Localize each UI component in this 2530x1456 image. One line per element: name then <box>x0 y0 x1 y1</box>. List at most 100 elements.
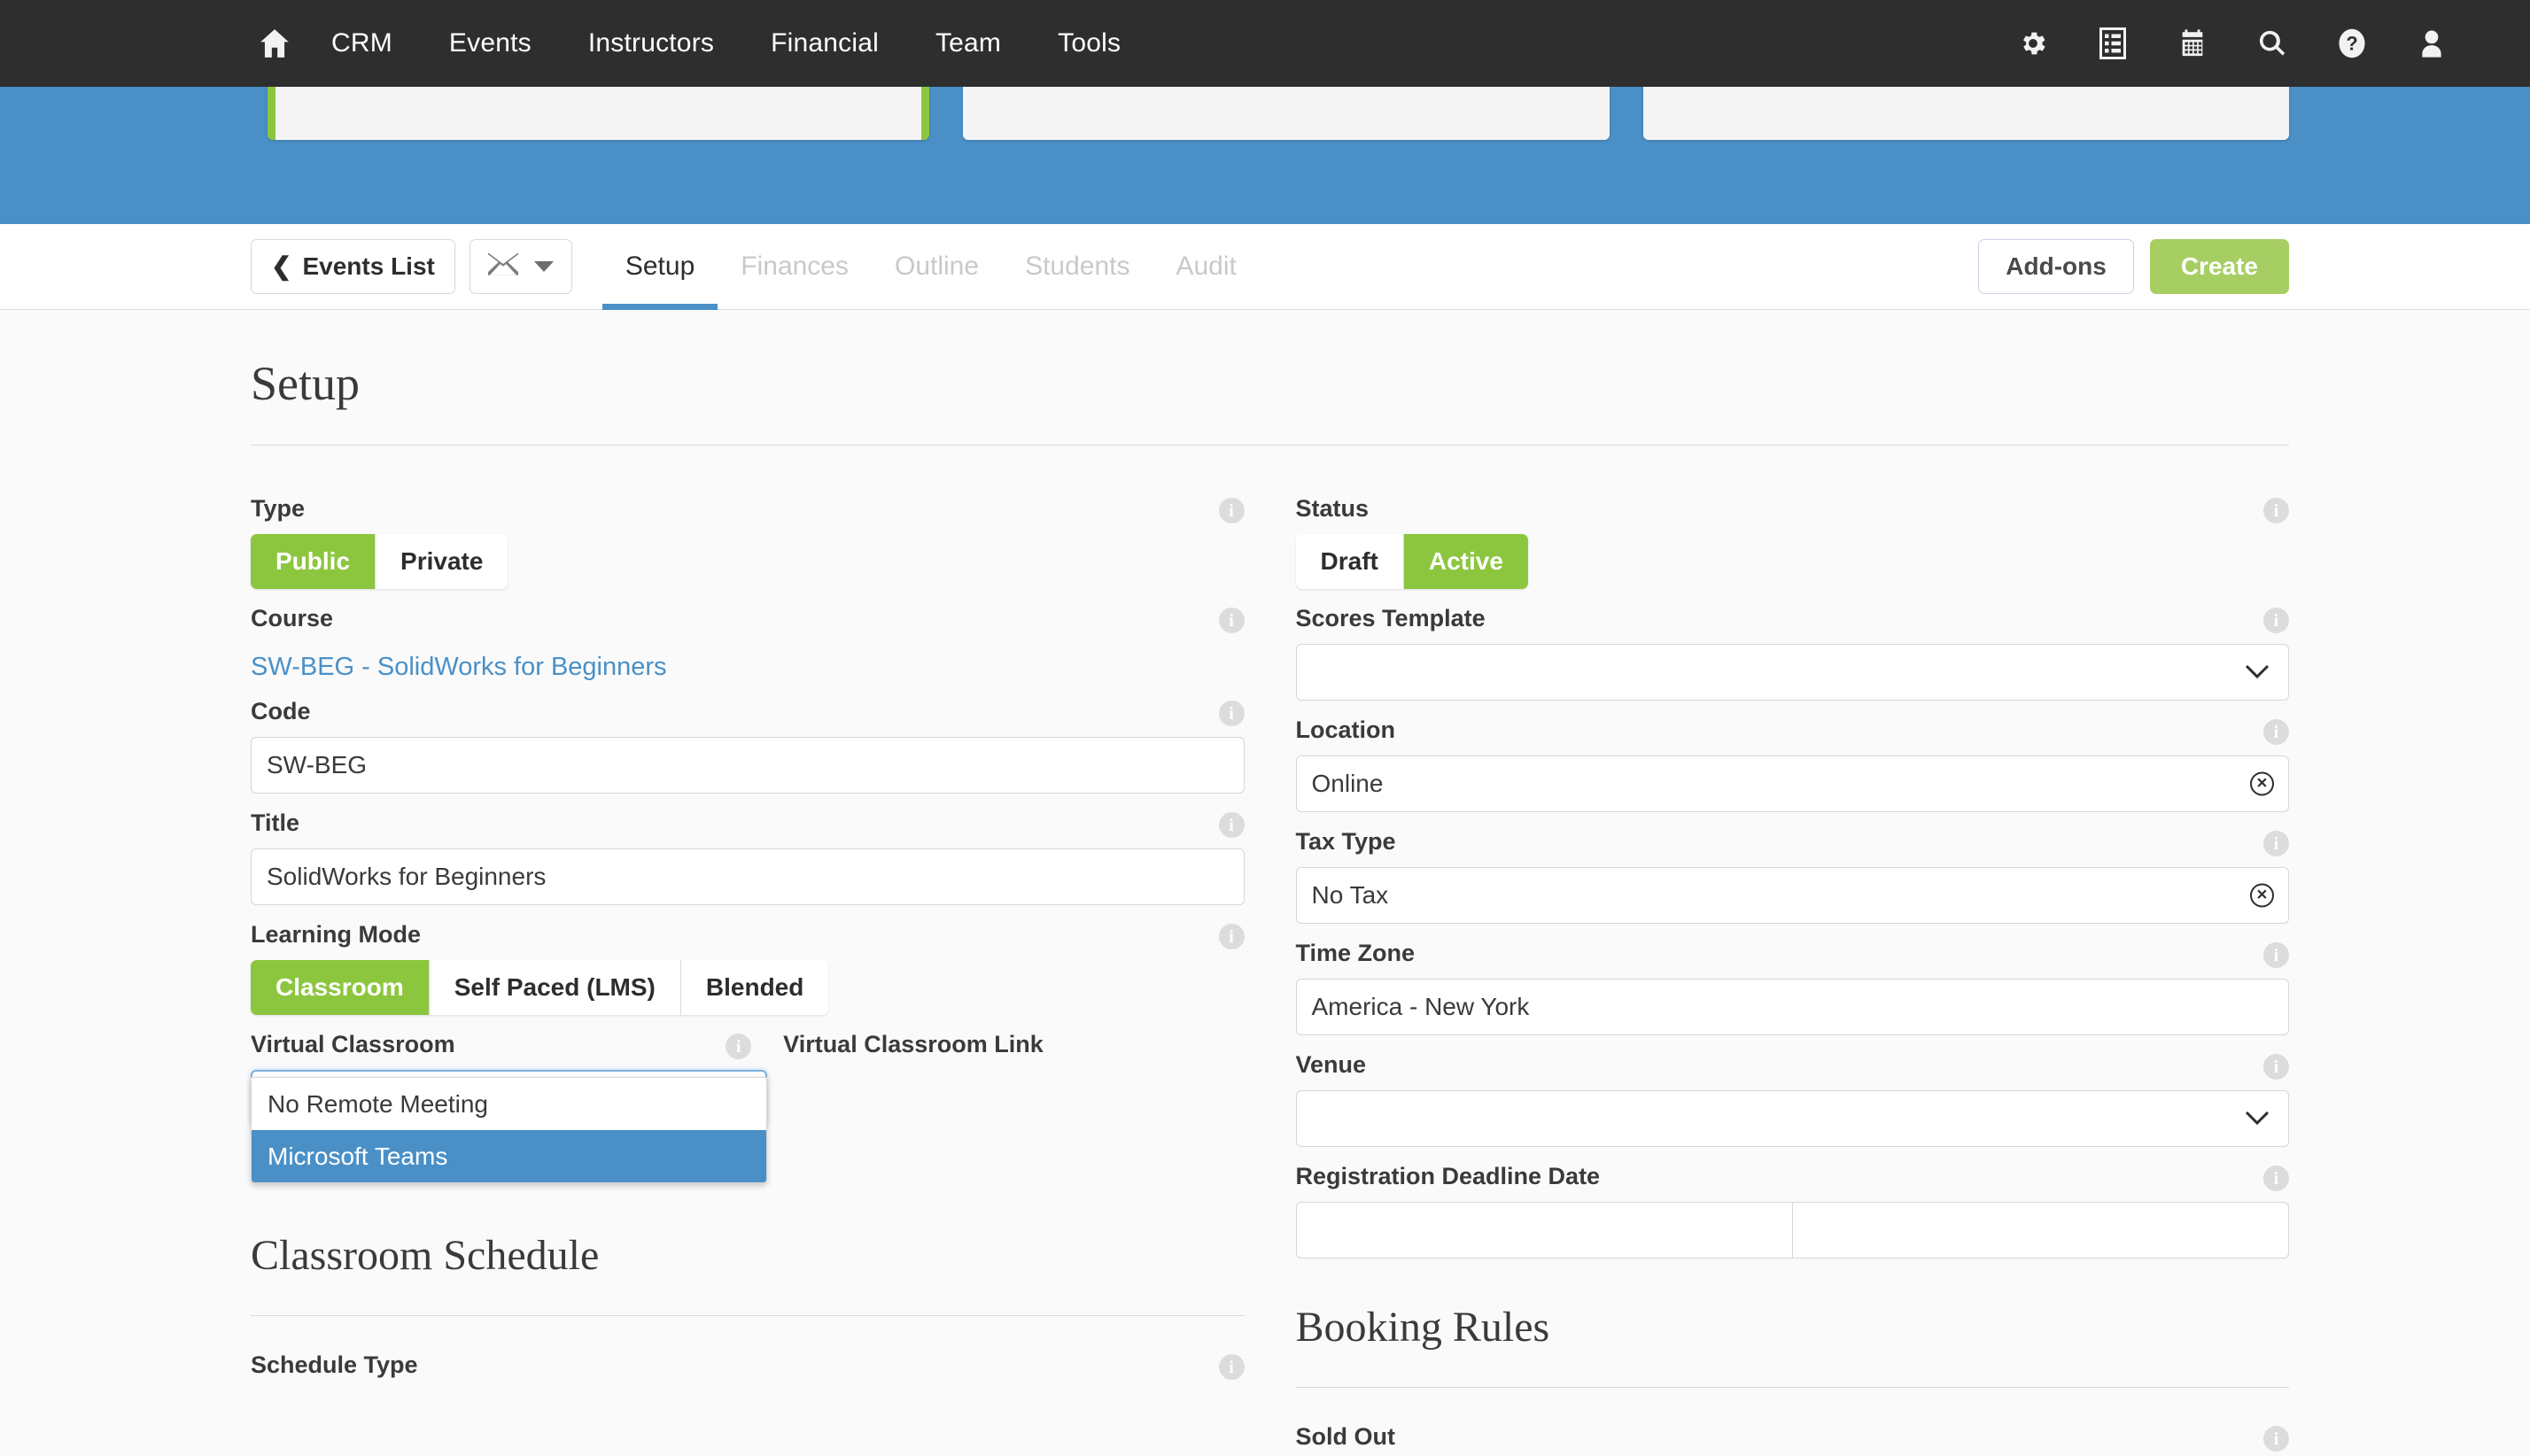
gear-icon[interactable] <box>2017 27 2049 59</box>
registration-deadline-inputs <box>1295 1202 2289 1259</box>
field-type: Type i Public Private <box>251 483 1245 589</box>
location-input[interactable]: Online <box>1295 755 2289 812</box>
course-link[interactable]: SW-BEG - SolidWorks for Beginners <box>251 653 667 682</box>
clear-icon[interactable]: ✕ <box>2250 883 2274 908</box>
tab-list: Setup Finances Outline Students Audit <box>601 224 1260 310</box>
field-status: Status i Draft Active <box>1295 483 2289 589</box>
code-input[interactable]: SW-BEG <box>251 737 1245 794</box>
calendar-icon[interactable] <box>2177 27 2208 59</box>
top-navigation-bar: CRM Events Instructors Financial Team To… <box>0 0 2530 87</box>
add-ons-button[interactable]: Add-ons <box>1978 239 2134 294</box>
status-option-draft[interactable]: Draft <box>1295 534 1404 589</box>
field-tax-type: Tax Type i No Tax ✕ <box>1295 816 2289 924</box>
info-icon[interactable]: i <box>2263 1054 2289 1080</box>
info-icon[interactable]: i <box>1218 608 1245 633</box>
tax-type-input[interactable]: No Tax <box>1295 867 2289 924</box>
tab-outline[interactable]: Outline <box>872 224 1002 310</box>
field-label-schedule-type: Schedule Type <box>251 1351 418 1378</box>
create-button[interactable]: Create <box>2149 239 2289 294</box>
title-input-wrap: SolidWorks for Beginners <box>251 848 1245 905</box>
scores-template-wrap <box>1295 644 2289 701</box>
tab-students[interactable]: Students <box>1002 224 1152 310</box>
dropdown-option-no-remote-meeting[interactable]: No Remote Meeting <box>252 1078 766 1130</box>
events-list-label: Events List <box>302 252 435 280</box>
setup-form-content: Setup Type i Public Private Course i SW-… <box>0 310 2530 1456</box>
home-icon[interactable] <box>246 27 303 60</box>
field-label-tax-type: Tax Type <box>1295 828 1396 855</box>
type-option-private[interactable]: Private <box>376 534 508 589</box>
scores-template-select[interactable] <box>1295 644 2289 701</box>
info-icon[interactable]: i <box>726 1034 752 1059</box>
envelope-icon <box>487 252 518 282</box>
field-scores-template: Scores Template i <box>1295 592 2289 701</box>
tax-type-wrap: No Tax ✕ <box>1295 867 2289 924</box>
info-icon[interactable]: i <box>2263 831 2289 856</box>
title-input[interactable]: SolidWorks for Beginners <box>251 848 1245 905</box>
report-list-icon[interactable] <box>2097 27 2129 59</box>
clear-icon[interactable]: ✕ <box>2250 771 2274 796</box>
form-column-right: Status i Draft Active Scores Template i <box>1295 483 2289 1456</box>
status-segmented-control: Draft Active <box>1295 534 1528 589</box>
dropdown-option-microsoft-teams[interactable]: Microsoft Teams <box>252 1130 767 1182</box>
type-option-public[interactable]: Public <box>251 534 376 589</box>
time-zone-wrap: America - New York <box>1295 979 2289 1035</box>
learning-mode-segmented-control: Classroom Self Paced (LMS) Blended <box>251 960 829 1015</box>
learning-mode-option-classroom[interactable]: Classroom <box>251 960 430 1015</box>
learning-mode-option-self-paced[interactable]: Self Paced (LMS) <box>429 960 681 1015</box>
nav-item-team[interactable]: Team <box>907 28 1029 58</box>
field-virtual-classroom-row: Virtual Classroom i ✕ No Remote Meeting … <box>251 1018 1245 1183</box>
field-label-registration-deadline-date: Registration Deadline Date <box>1295 1163 1601 1189</box>
registration-deadline-time-input[interactable] <box>1791 1202 2289 1259</box>
nav-item-tools[interactable]: Tools <box>1029 28 1149 58</box>
banner-card-tertiary <box>1642 87 2289 140</box>
tab-setup[interactable]: Setup <box>601 224 718 310</box>
info-icon[interactable]: i <box>2263 608 2289 633</box>
time-zone-input[interactable]: America - New York <box>1295 979 2289 1035</box>
nav-item-instructors[interactable]: Instructors <box>560 28 742 58</box>
top-nav-left-group: CRM Events Instructors Financial Team To… <box>246 27 1149 60</box>
info-icon[interactable]: i <box>1218 924 1245 949</box>
field-schedule-type: Schedule Type i <box>251 1339 1245 1380</box>
info-icon[interactable]: i <box>2263 498 2289 523</box>
nav-item-financial[interactable]: Financial <box>742 28 907 58</box>
field-learning-mode: Learning Mode i Classroom Self Paced (LM… <box>251 909 1245 1015</box>
info-icon[interactable]: i <box>2263 942 2289 968</box>
info-icon[interactable]: i <box>2263 1426 2289 1452</box>
info-icon[interactable]: i <box>2263 719 2289 745</box>
venue-select[interactable] <box>1295 1090 2289 1147</box>
nav-item-crm[interactable]: CRM <box>303 28 421 58</box>
registration-deadline-date-input[interactable] <box>1295 1202 1792 1259</box>
form-column-left: Type i Public Private Course i SW-BEG - … <box>251 483 1245 1456</box>
status-option-active[interactable]: Active <box>1403 534 1528 589</box>
learning-mode-option-blended[interactable]: Blended <box>680 960 829 1015</box>
virtual-classroom-group: Virtual Classroom i ✕ No Remote Meeting … <box>251 1018 768 1183</box>
email-dropdown-button[interactable] <box>469 239 572 294</box>
tab-audit[interactable]: Audit <box>1152 224 1259 310</box>
chevron-down-icon[interactable] <box>2245 1111 2270 1127</box>
info-icon[interactable]: i <box>1218 498 1245 523</box>
search-icon[interactable] <box>2256 27 2288 59</box>
code-input-wrap: SW-BEG <box>251 737 1245 794</box>
info-icon[interactable]: i <box>1218 1354 1245 1380</box>
info-icon[interactable]: i <box>1218 812 1245 838</box>
chevron-down-icon <box>533 261 554 272</box>
info-icon[interactable]: i <box>1218 701 1245 726</box>
field-code: Code i SW-BEG <box>251 685 1245 794</box>
field-label-time-zone: Time Zone <box>1295 940 1416 966</box>
field-label-course: Course <box>251 605 334 631</box>
field-label-title: Title <box>251 809 300 836</box>
virtual-classroom-dropdown-list: No Remote Meeting Microsoft Teams <box>251 1077 768 1183</box>
sub-navigation-bar: ❮ Events List Setup Finances Outline Stu… <box>0 224 2530 310</box>
tab-finances[interactable]: Finances <box>718 224 872 310</box>
nav-item-events[interactable]: Events <box>421 28 560 58</box>
help-icon[interactable]: ? <box>2336 27 2368 59</box>
tabbar-action-group: Add-ons Create <box>1978 239 2289 294</box>
events-list-back-button[interactable]: ❮ Events List <box>251 239 455 294</box>
page-title: Setup <box>251 357 361 410</box>
chevron-down-icon[interactable] <box>2245 664 2270 680</box>
field-label-status: Status <box>1295 495 1370 522</box>
info-icon[interactable]: i <box>2263 1166 2289 1191</box>
user-icon[interactable] <box>2416 27 2448 59</box>
top-nav-right-icons: ? <box>2017 27 2481 59</box>
virtual-classroom-link-group: Virtual Classroom Link <box>767 1018 1244 1127</box>
